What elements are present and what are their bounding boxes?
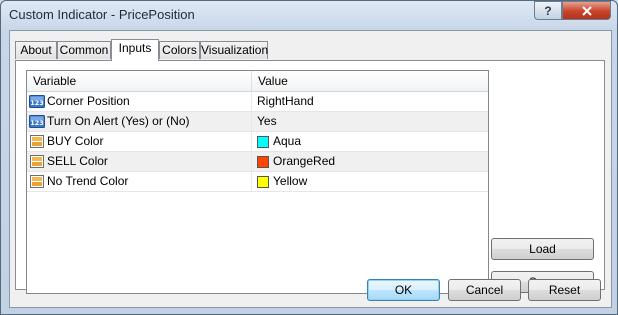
dialog-body: About Common Inputs Colors Visualization…	[9, 30, 612, 308]
tab-colors[interactable]: Colors	[159, 41, 200, 59]
variable-value[interactable]: RightHand	[253, 92, 314, 111]
ok-button[interactable]: OK	[367, 279, 440, 301]
inputs-table: Variable Value 123 Corner Position Right…	[26, 70, 489, 294]
variable-name: Corner Position	[47, 92, 252, 111]
svg-text:123: 123	[30, 119, 44, 127]
color-icon	[30, 135, 44, 148]
svg-text:123: 123	[30, 99, 44, 107]
reset-button[interactable]: Reset	[528, 279, 601, 301]
color-swatch	[257, 135, 269, 148]
tab-about[interactable]: About	[15, 41, 57, 59]
variable-name: Turn On Alert (Yes) or (No)	[47, 112, 252, 131]
window-title: Custom Indicator - PricePosition	[9, 7, 195, 22]
help-button[interactable]: ?	[534, 1, 562, 20]
value-text: OrangeRed	[273, 154, 336, 168]
table-header: Variable Value	[27, 71, 488, 92]
value-text: Yes	[257, 114, 277, 128]
table-row[interactable]: BUY Color Aqua	[27, 132, 488, 152]
color-swatch	[257, 175, 269, 188]
header-variable[interactable]: Variable	[27, 71, 252, 91]
color-swatch	[257, 155, 269, 168]
variable-value[interactable]: Yellow	[253, 172, 307, 191]
tab-visualization[interactable]: Visualization	[200, 41, 268, 59]
numeric-123-icon: 123	[29, 115, 45, 128]
variable-value[interactable]: OrangeRed	[253, 152, 335, 171]
variable-name: BUY Color	[47, 132, 252, 151]
header-value[interactable]: Value	[252, 71, 488, 91]
value-text: Yellow	[273, 174, 308, 188]
table-row[interactable]: 123 Corner Position RightHand	[27, 92, 488, 112]
variable-value[interactable]: Aqua	[253, 132, 301, 151]
inputs-panel: Variable Value 123 Corner Position Right…	[15, 60, 605, 294]
cancel-button[interactable]: Cancel	[448, 279, 521, 301]
value-text: RightHand	[257, 94, 314, 108]
table-row[interactable]: SELL Color OrangeRed	[27, 152, 488, 172]
close-button[interactable]	[562, 1, 611, 20]
close-icon	[581, 5, 592, 16]
table-row[interactable]: No Trend Color Yellow	[27, 172, 488, 192]
color-icon	[30, 175, 44, 188]
value-text: Aqua	[273, 134, 302, 148]
variable-value[interactable]: Yes	[253, 112, 277, 131]
table-row[interactable]: 123 Turn On Alert (Yes) or (No) Yes	[27, 112, 488, 132]
tab-inputs[interactable]: Inputs	[111, 39, 159, 61]
tab-common[interactable]: Common	[57, 41, 111, 59]
variable-name: SELL Color	[47, 152, 252, 171]
variable-name: No Trend Color	[47, 172, 252, 191]
color-icon	[30, 155, 44, 168]
dialog-window: Custom Indicator - PricePosition ? About…	[0, 0, 618, 315]
load-button[interactable]: Load	[491, 238, 594, 260]
numeric-123-icon: 123	[29, 95, 45, 108]
